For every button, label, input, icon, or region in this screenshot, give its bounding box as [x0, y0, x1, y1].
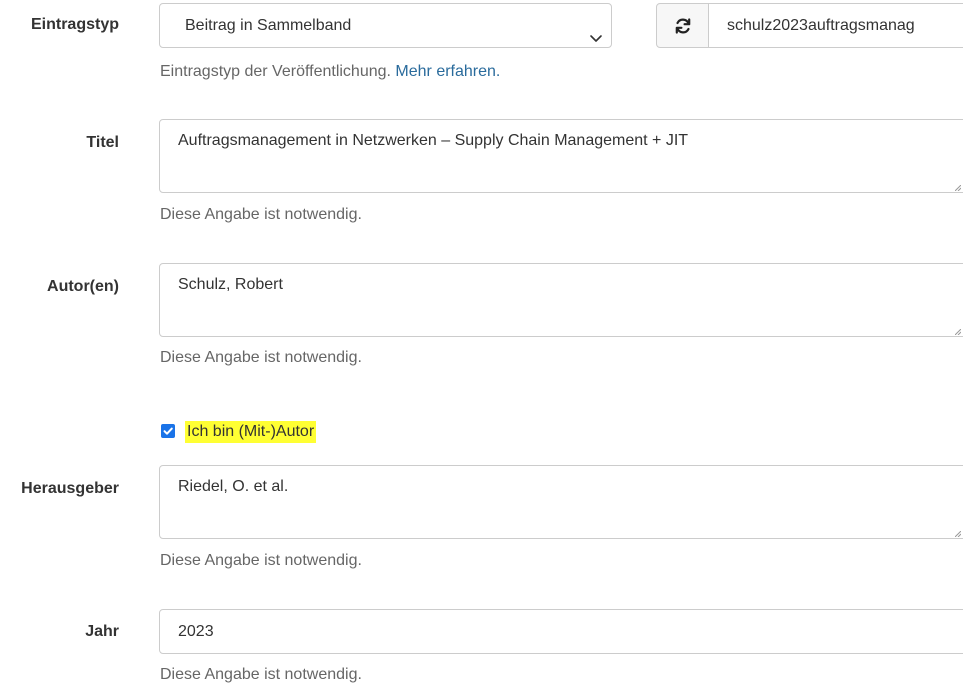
authors-field[interactable]: Schulz, Robert [159, 263, 963, 337]
bibtex-key-group: schulz2023auftragsmanag [656, 3, 963, 48]
bibtex-key-value: schulz2023auftragsmanag [727, 17, 915, 34]
bibtex-key-input[interactable]: schulz2023auftragsmanag [708, 3, 963, 48]
year-help: Diese Angabe ist notwendig. [160, 666, 362, 683]
refresh-icon [675, 18, 691, 34]
year-input[interactable]: 2023 [159, 609, 963, 654]
editors-field[interactable]: Riedel, O. et al. [159, 465, 963, 539]
chevron-down-icon [589, 19, 603, 42]
entry-type-label: Eintragstyp [30, 16, 119, 33]
editors-help: Diese Angabe ist notwendig. [160, 552, 362, 569]
title-value: Auftragsmanagement in Netzwerken – Suppl… [178, 132, 689, 149]
authors-label: Autor(en) [47, 278, 119, 295]
year-label: Jahr [85, 623, 119, 640]
resize-grip-icon[interactable] [955, 531, 961, 537]
entry-type-help: Eintragstyp der Veröffentlichung. Mehr e… [160, 63, 500, 81]
editors-label: Herausgeber [21, 480, 119, 497]
refresh-key-button[interactable] [656, 3, 709, 48]
editors-value: Riedel, O. et al. [178, 478, 289, 495]
title-help: Diese Angabe ist notwendig. [160, 206, 362, 223]
entry-type-help-text: Eintragstyp der Veröffentlichung. [160, 63, 391, 80]
authors-value: Schulz, Robert [178, 276, 283, 293]
checkbox-check-icon [163, 427, 173, 435]
year-value: 2023 [178, 623, 214, 640]
learn-more-link[interactable]: Mehr erfahren. [395, 63, 500, 80]
title-field[interactable]: Auftragsmanagement in Netzwerken – Suppl… [159, 119, 963, 193]
resize-grip-icon[interactable] [955, 329, 961, 335]
is-author-checkbox[interactable] [161, 424, 175, 438]
is-author-label[interactable]: Ich bin (Mit-)Autor [185, 421, 317, 443]
entry-type-value: Beitrag in Sammelband [185, 17, 352, 34]
resize-grip-icon[interactable] [955, 185, 961, 191]
title-label: Titel [86, 134, 119, 151]
authors-help: Diese Angabe ist notwendig. [160, 349, 362, 366]
entry-type-select[interactable]: Beitrag in Sammelband [159, 3, 612, 48]
